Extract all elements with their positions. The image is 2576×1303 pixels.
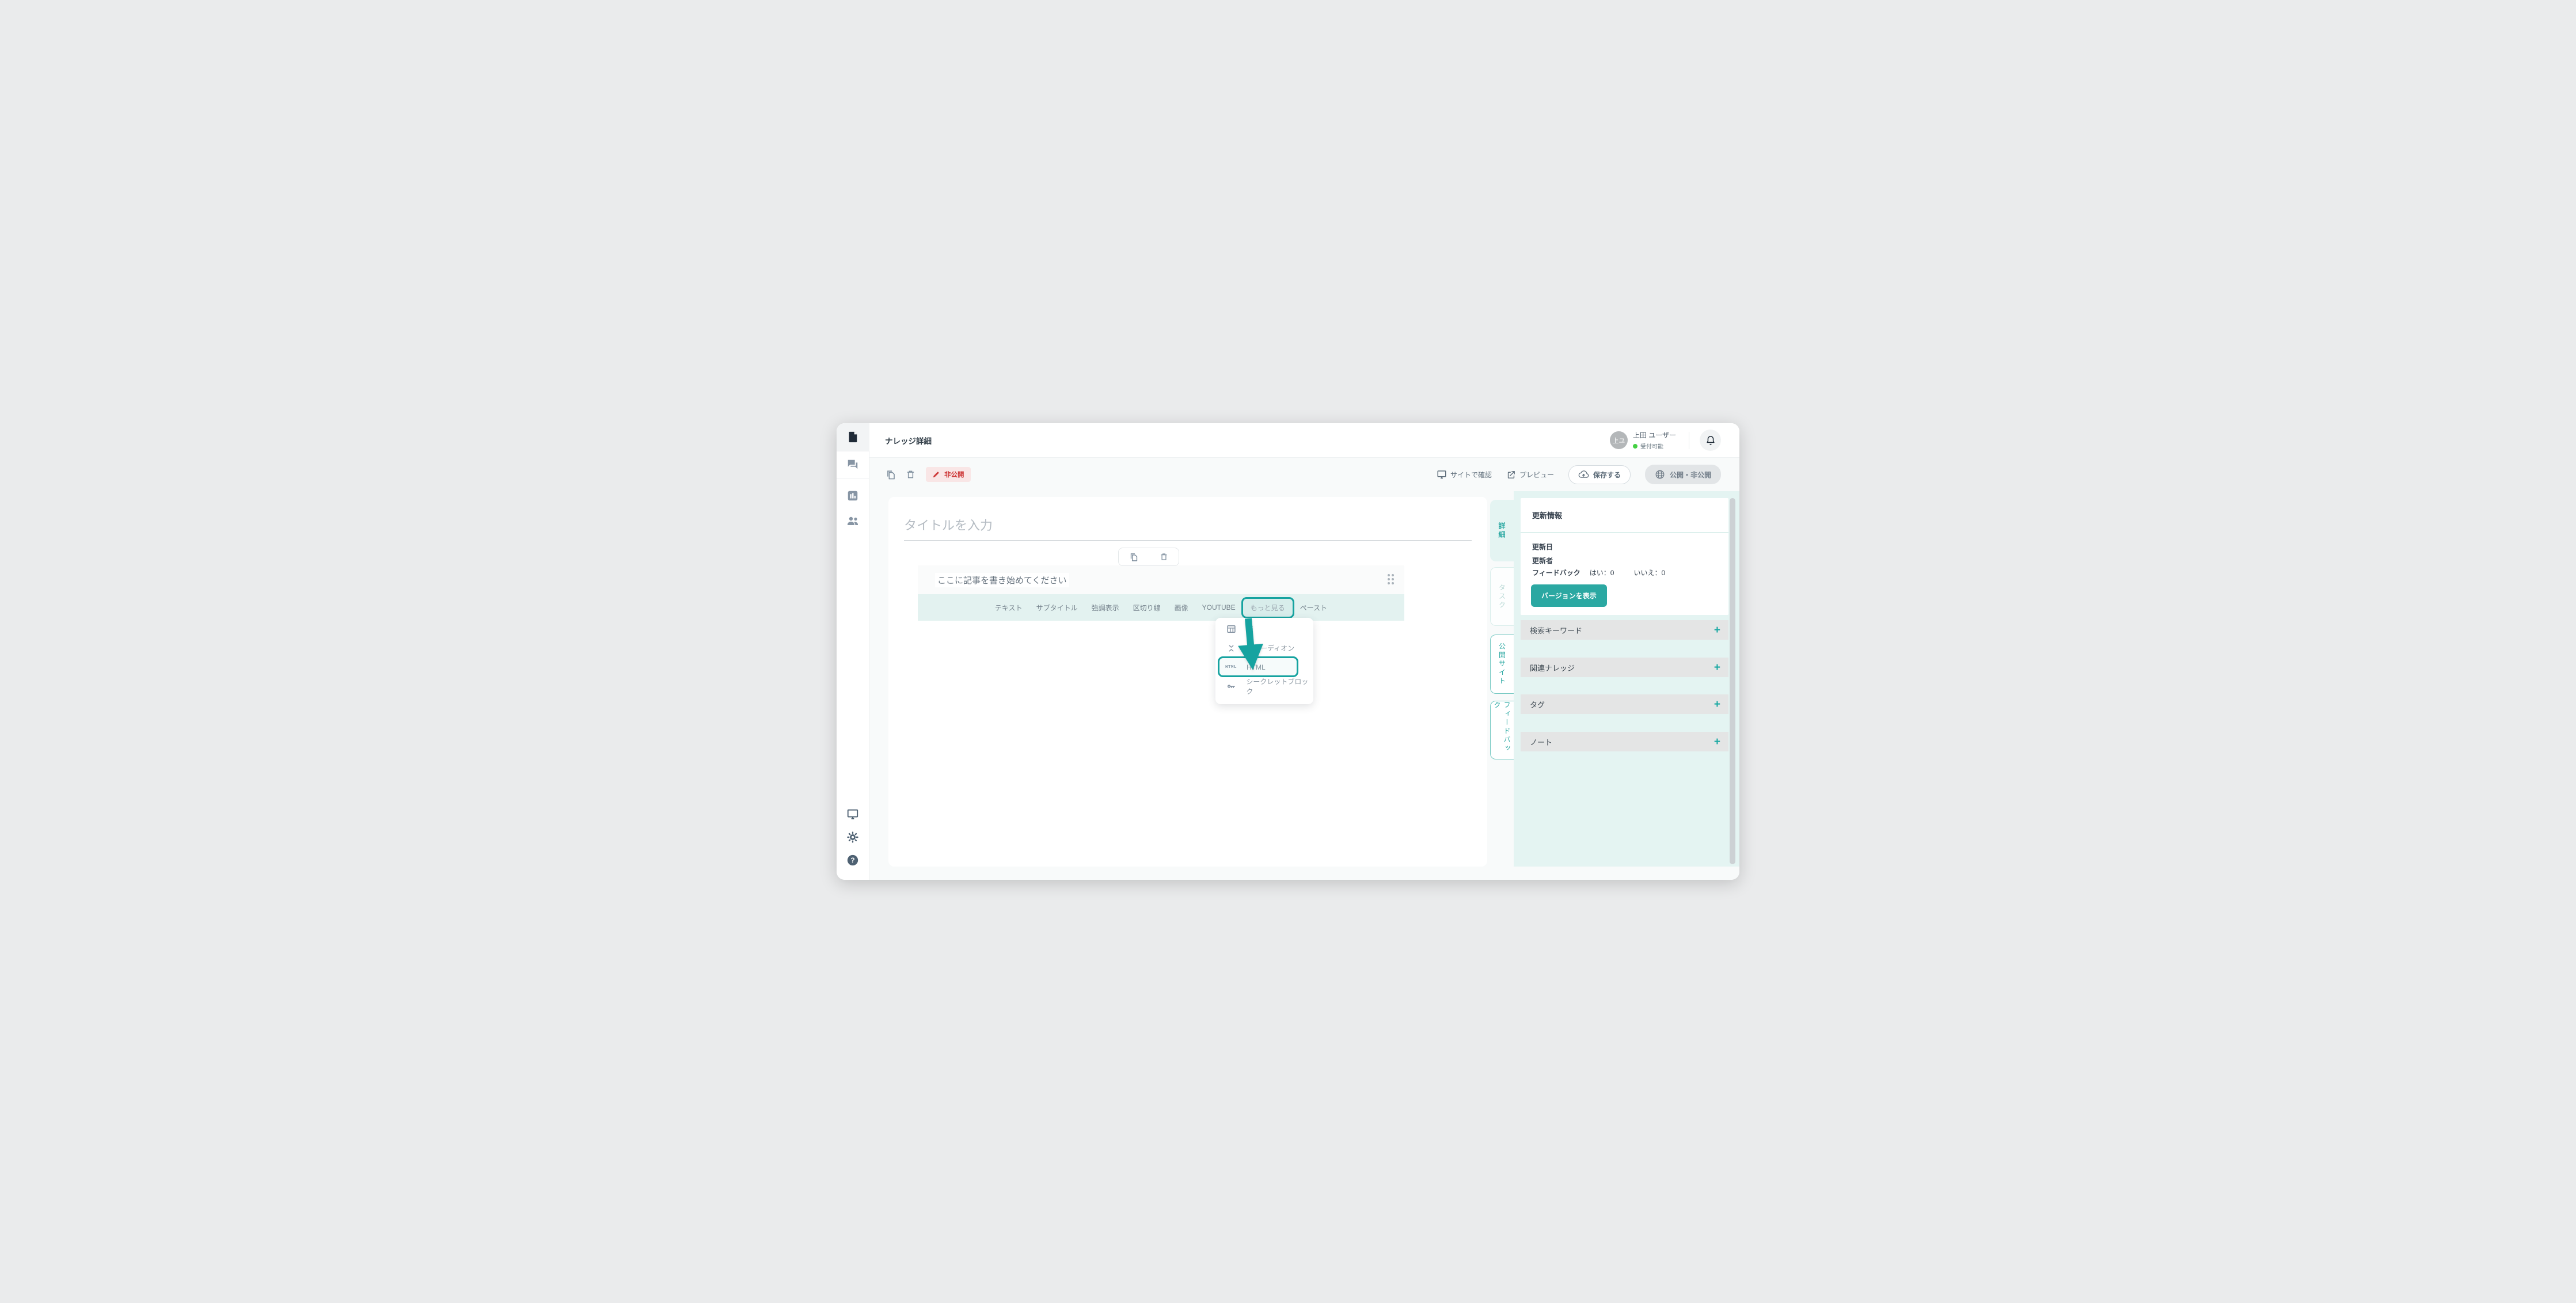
title-input[interactable]: タイトルを入力	[904, 515, 993, 534]
menu-item-secret-block[interactable]: シークレットブロック	[1215, 677, 1313, 696]
block-button-text[interactable]: テキスト	[995, 603, 1023, 613]
people-icon	[846, 514, 860, 528]
monitor-icon	[1437, 469, 1447, 480]
left-sidebar: ?	[837, 423, 869, 880]
gear-icon	[846, 831, 859, 844]
block-button-more[interactable]: もっと見る	[1241, 597, 1294, 618]
feedback-yes-count: はい：0	[1590, 568, 1614, 578]
document-toolbar: 非公開 サイトで確認 プレビュー 保存する	[869, 458, 1739, 491]
nav-site[interactable]	[837, 803, 869, 826]
nav-users[interactable]	[837, 510, 869, 533]
scrollbar[interactable]	[1730, 498, 1735, 864]
header: ナレッジ詳細 上ユ 上田 ユーザー 受付可能	[869, 423, 1739, 458]
nav-analytics[interactable]	[837, 482, 869, 510]
globe-icon	[1655, 469, 1665, 480]
bell-icon	[1705, 435, 1716, 446]
duplicate-button[interactable]	[886, 469, 896, 480]
nav-help[interactable]: ?	[837, 849, 869, 872]
delete-button[interactable]	[906, 469, 915, 480]
body-placeholder[interactable]: ここに記事を書き始めてください	[935, 573, 1069, 587]
block-floating-toolbar	[1118, 548, 1179, 566]
site-check-button[interactable]: サイトで確認	[1437, 469, 1492, 480]
preview-button[interactable]: プレビュー	[1506, 470, 1554, 480]
svg-text:?: ?	[850, 856, 854, 864]
user-status: 受付可能	[1640, 442, 1663, 450]
chat-icon	[846, 458, 859, 471]
section-label: 検索キーワード	[1530, 625, 1582, 636]
block-button-highlight[interactable]: 強調表示	[1092, 603, 1119, 613]
section-label: ノート	[1530, 736, 1552, 747]
nav-chat[interactable]	[837, 451, 869, 478]
menu-item-label: シークレットブロック	[1246, 677, 1313, 696]
block-button-youtube[interactable]: YOUTUBE	[1202, 603, 1236, 611]
pencil-icon	[932, 470, 940, 478]
editor-block: ここに記事を書き始めてください テキスト サブタイトル 強調表示 区切り線 画像…	[918, 565, 1404, 621]
monitor-icon	[846, 808, 859, 820]
user-menu[interactable]: 上ユ 上田 ユーザー 受付可能	[1610, 430, 1676, 450]
section-divider	[1521, 532, 1728, 533]
block-button-subtitle[interactable]: サブタイトル	[1036, 603, 1078, 613]
plus-icon[interactable]: +	[1714, 625, 1720, 636]
plus-icon[interactable]: +	[1714, 699, 1720, 710]
block-type-toolbar: テキスト サブタイトル 強調表示 区切り線 画像 YOUTUBE もっと見る ペ…	[918, 594, 1404, 621]
feedback-label: フィードバック	[1532, 568, 1580, 578]
tab-tasks[interactable]: タスク	[1490, 567, 1514, 626]
status-badge[interactable]: 非公開	[926, 467, 971, 482]
help-icon: ?	[846, 854, 859, 867]
feedback-row: フィードバック はい：0 いいえ：0	[1532, 568, 1665, 578]
tab-detail[interactable]: 詳細	[1490, 500, 1514, 561]
html-icon: HTML	[1225, 665, 1237, 670]
key-icon	[1225, 681, 1236, 692]
feedback-no-count: いいえ：0	[1633, 568, 1665, 578]
publish-button[interactable]: 公開・非公開	[1645, 465, 1721, 484]
user-name: 上田 ユーザー	[1633, 430, 1676, 440]
bar-chart-icon	[846, 489, 859, 502]
preview-label: プレビュー	[1519, 470, 1554, 480]
trash-icon[interactable]	[1160, 552, 1168, 561]
trash-icon	[906, 469, 915, 480]
publish-label: 公開・非公開	[1670, 470, 1711, 480]
status-dot	[1633, 444, 1637, 449]
open-in-new-icon	[1506, 470, 1516, 480]
block-button-image[interactable]: 画像	[1175, 603, 1188, 613]
update-info-card: 更新情報 更新日 更新者 フィードバック はい：0 いいえ：0 バージョンを表示	[1521, 498, 1728, 615]
status-badge-label: 非公開	[944, 470, 964, 479]
document-icon	[846, 431, 859, 443]
block-button-divider[interactable]: 区切り線	[1133, 603, 1161, 613]
app-window: ? ナレッジ詳細 上ユ 上田 ユーザー 受付可能	[837, 423, 1739, 880]
block-button-paste[interactable]: ペースト	[1300, 603, 1327, 613]
section-label: 関連ナレッジ	[1530, 662, 1575, 673]
show-versions-button[interactable]: バージョンを表示	[1531, 584, 1607, 607]
updated-by-label: 更新者	[1532, 556, 1553, 565]
title-underline	[904, 540, 1472, 541]
copy-icon[interactable]	[1129, 552, 1139, 562]
tab-public-site[interactable]: 公開サイト	[1490, 635, 1514, 694]
notifications-button[interactable]	[1700, 430, 1721, 451]
section-related-knowledge[interactable]: 関連ナレッジ +	[1521, 658, 1728, 677]
plus-icon[interactable]: +	[1714, 736, 1720, 747]
plus-icon[interactable]: +	[1714, 662, 1720, 673]
page-title: ナレッジ詳細	[885, 435, 932, 446]
save-label: 保存する	[1593, 470, 1621, 480]
updated-date-label: 更新日	[1532, 542, 1553, 552]
section-tags[interactable]: タグ +	[1521, 694, 1728, 714]
annotation-arrow-icon	[1233, 617, 1268, 673]
update-info-heading: 更新情報	[1532, 510, 1562, 521]
section-label: タグ	[1530, 699, 1545, 710]
drag-handle-icon[interactable]	[1388, 574, 1394, 584]
section-notes[interactable]: ノート +	[1521, 732, 1728, 751]
tab-feedback[interactable]: フィードバック	[1490, 701, 1514, 759]
nav-settings[interactable]	[837, 826, 869, 849]
avatar: 上ユ	[1610, 431, 1628, 449]
cloud-upload-icon	[1578, 470, 1589, 479]
nav-knowledge[interactable]	[837, 423, 869, 451]
section-search-keywords[interactable]: 検索キーワード +	[1521, 620, 1728, 640]
copy-icon	[886, 469, 896, 480]
site-check-label: サイトで確認	[1450, 470, 1492, 480]
save-button[interactable]: 保存する	[1568, 465, 1631, 484]
detail-panel: 更新情報 更新日 更新者 フィードバック はい：0 いいえ：0 バージョンを表示…	[1514, 491, 1739, 867]
editor-card: タイトルを入力 ここに記事を書き始めてください テキスト サブタイトル 強調表示…	[888, 497, 1487, 867]
